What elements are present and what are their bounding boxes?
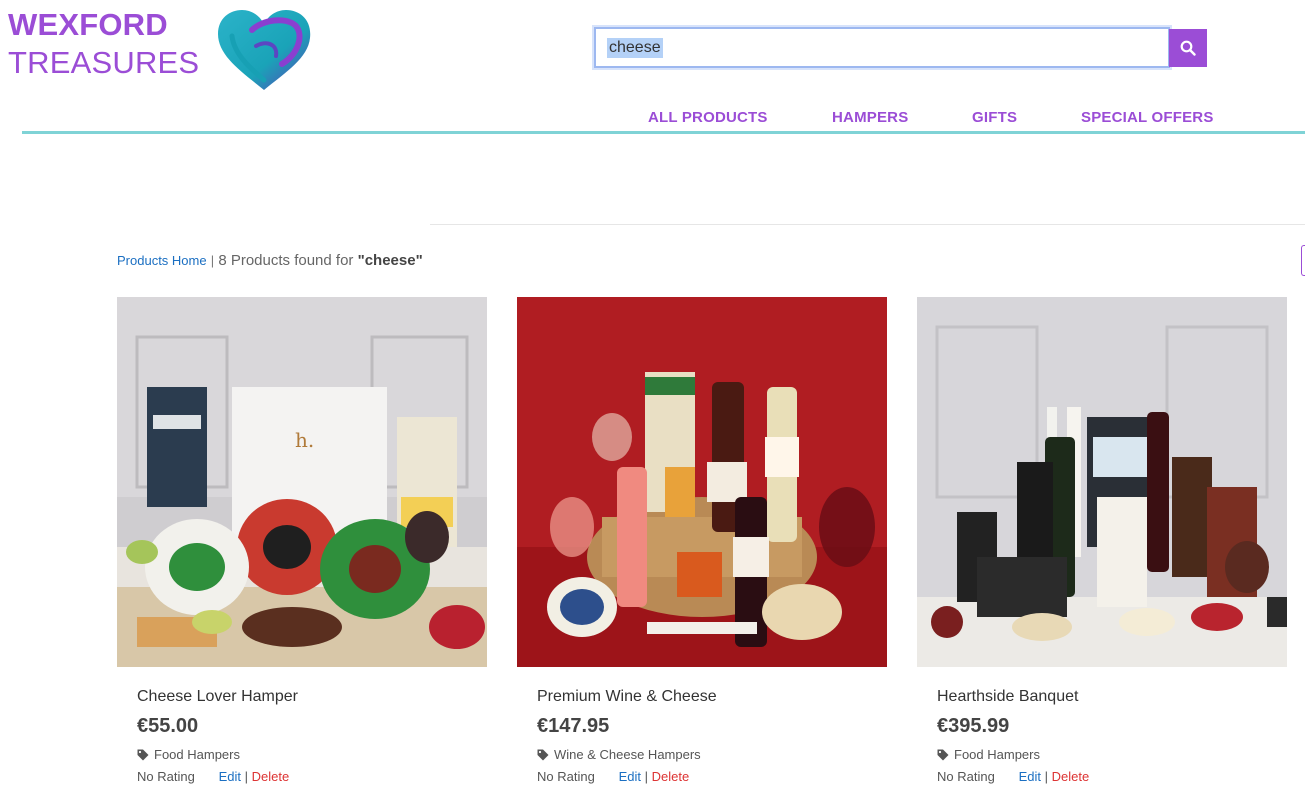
- section-divider: [430, 224, 1305, 225]
- action-separator: |: [244, 769, 249, 784]
- tag-icon: [937, 749, 949, 760]
- side-tab-edge[interactable]: [1301, 245, 1305, 276]
- delete-link[interactable]: Delete: [652, 769, 690, 784]
- tag-icon: [537, 749, 549, 760]
- product-meta: No Rating Edit | Delete: [137, 769, 289, 784]
- breadcrumb-separator: |: [210, 253, 215, 268]
- search-input[interactable]: cheese: [594, 27, 1170, 68]
- nav-divider: [22, 131, 1305, 134]
- product-image[interactable]: [517, 297, 887, 667]
- tag-icon: [137, 749, 149, 760]
- product-title[interactable]: Premium Wine & Cheese: [537, 688, 717, 706]
- logo-text-line1: WEXFORD: [8, 7, 168, 42]
- breadcrumb-products-home[interactable]: Products Home: [117, 253, 207, 268]
- product-title[interactable]: Hearthside Banquet: [937, 688, 1078, 706]
- search-button[interactable]: [1169, 29, 1207, 67]
- search-icon: [1180, 40, 1196, 56]
- product-card: Premium Wine & Cheese €147.95 Wine & Che…: [517, 297, 887, 797]
- product-price: €55.00: [137, 715, 199, 737]
- product-category-label[interactable]: Food Hampers: [154, 747, 240, 762]
- edit-link[interactable]: Edit: [619, 769, 641, 784]
- action-separator: |: [1044, 769, 1049, 784]
- svg-text:h.: h.: [295, 428, 314, 452]
- product-price: €147.95: [537, 715, 610, 737]
- product-rating: No Rating: [537, 769, 595, 784]
- delete-link[interactable]: Delete: [252, 769, 290, 784]
- search-input-box[interactable]: [594, 27, 1170, 68]
- product-category[interactable]: Wine & Cheese Hampers: [537, 747, 701, 762]
- results-count-text: 8 Products found for: [218, 252, 354, 269]
- nav-item-all-products[interactable]: ALL PRODUCTS: [648, 108, 768, 128]
- breadcrumb: Products Home | 8 Products found for "ch…: [117, 251, 423, 271]
- product-category[interactable]: Food Hampers: [137, 747, 240, 762]
- product-category-label[interactable]: Wine & Cheese Hampers: [554, 747, 701, 762]
- product-rating: No Rating: [137, 769, 195, 784]
- nav-item-hampers[interactable]: HAMPERS: [832, 108, 908, 128]
- product-category[interactable]: Food Hampers: [937, 747, 1040, 762]
- product-price: €395.99: [937, 715, 1010, 737]
- main-nav: ALL PRODUCTS HAMPERS GIFTS SPECIAL OFFER…: [616, 108, 1256, 130]
- product-meta: No Rating Edit | Delete: [937, 769, 1089, 784]
- delete-link[interactable]: Delete: [1052, 769, 1090, 784]
- heart-logo-icon: [218, 10, 311, 90]
- action-separator: |: [644, 769, 649, 784]
- search-bar: cheese: [594, 27, 1207, 68]
- product-title[interactable]: Cheese Lover Hamper: [137, 688, 298, 706]
- search-input-value[interactable]: cheese: [609, 37, 661, 59]
- edit-link[interactable]: Edit: [219, 769, 241, 784]
- nav-item-special-offers[interactable]: SPECIAL OFFERS: [1081, 108, 1214, 128]
- product-category-label[interactable]: Food Hampers: [954, 747, 1040, 762]
- product-card: Hearthside Banquet €395.99 Food Hampers …: [917, 297, 1287, 797]
- results-query: "cheese": [357, 252, 423, 269]
- product-image[interactable]: h.: [117, 297, 487, 667]
- nav-item-gifts[interactable]: GIFTS: [972, 108, 1017, 128]
- product-meta: No Rating Edit | Delete: [537, 769, 689, 784]
- product-image[interactable]: [917, 297, 1287, 667]
- edit-link[interactable]: Edit: [1019, 769, 1041, 784]
- product-rating: No Rating: [937, 769, 995, 784]
- site-logo[interactable]: WEXFORD TREASURES: [8, 6, 328, 96]
- product-card: h. Cheese Lover Hamper €55.00 Food Hampe…: [117, 297, 487, 797]
- logo-text-line2: TREASURES: [8, 45, 200, 80]
